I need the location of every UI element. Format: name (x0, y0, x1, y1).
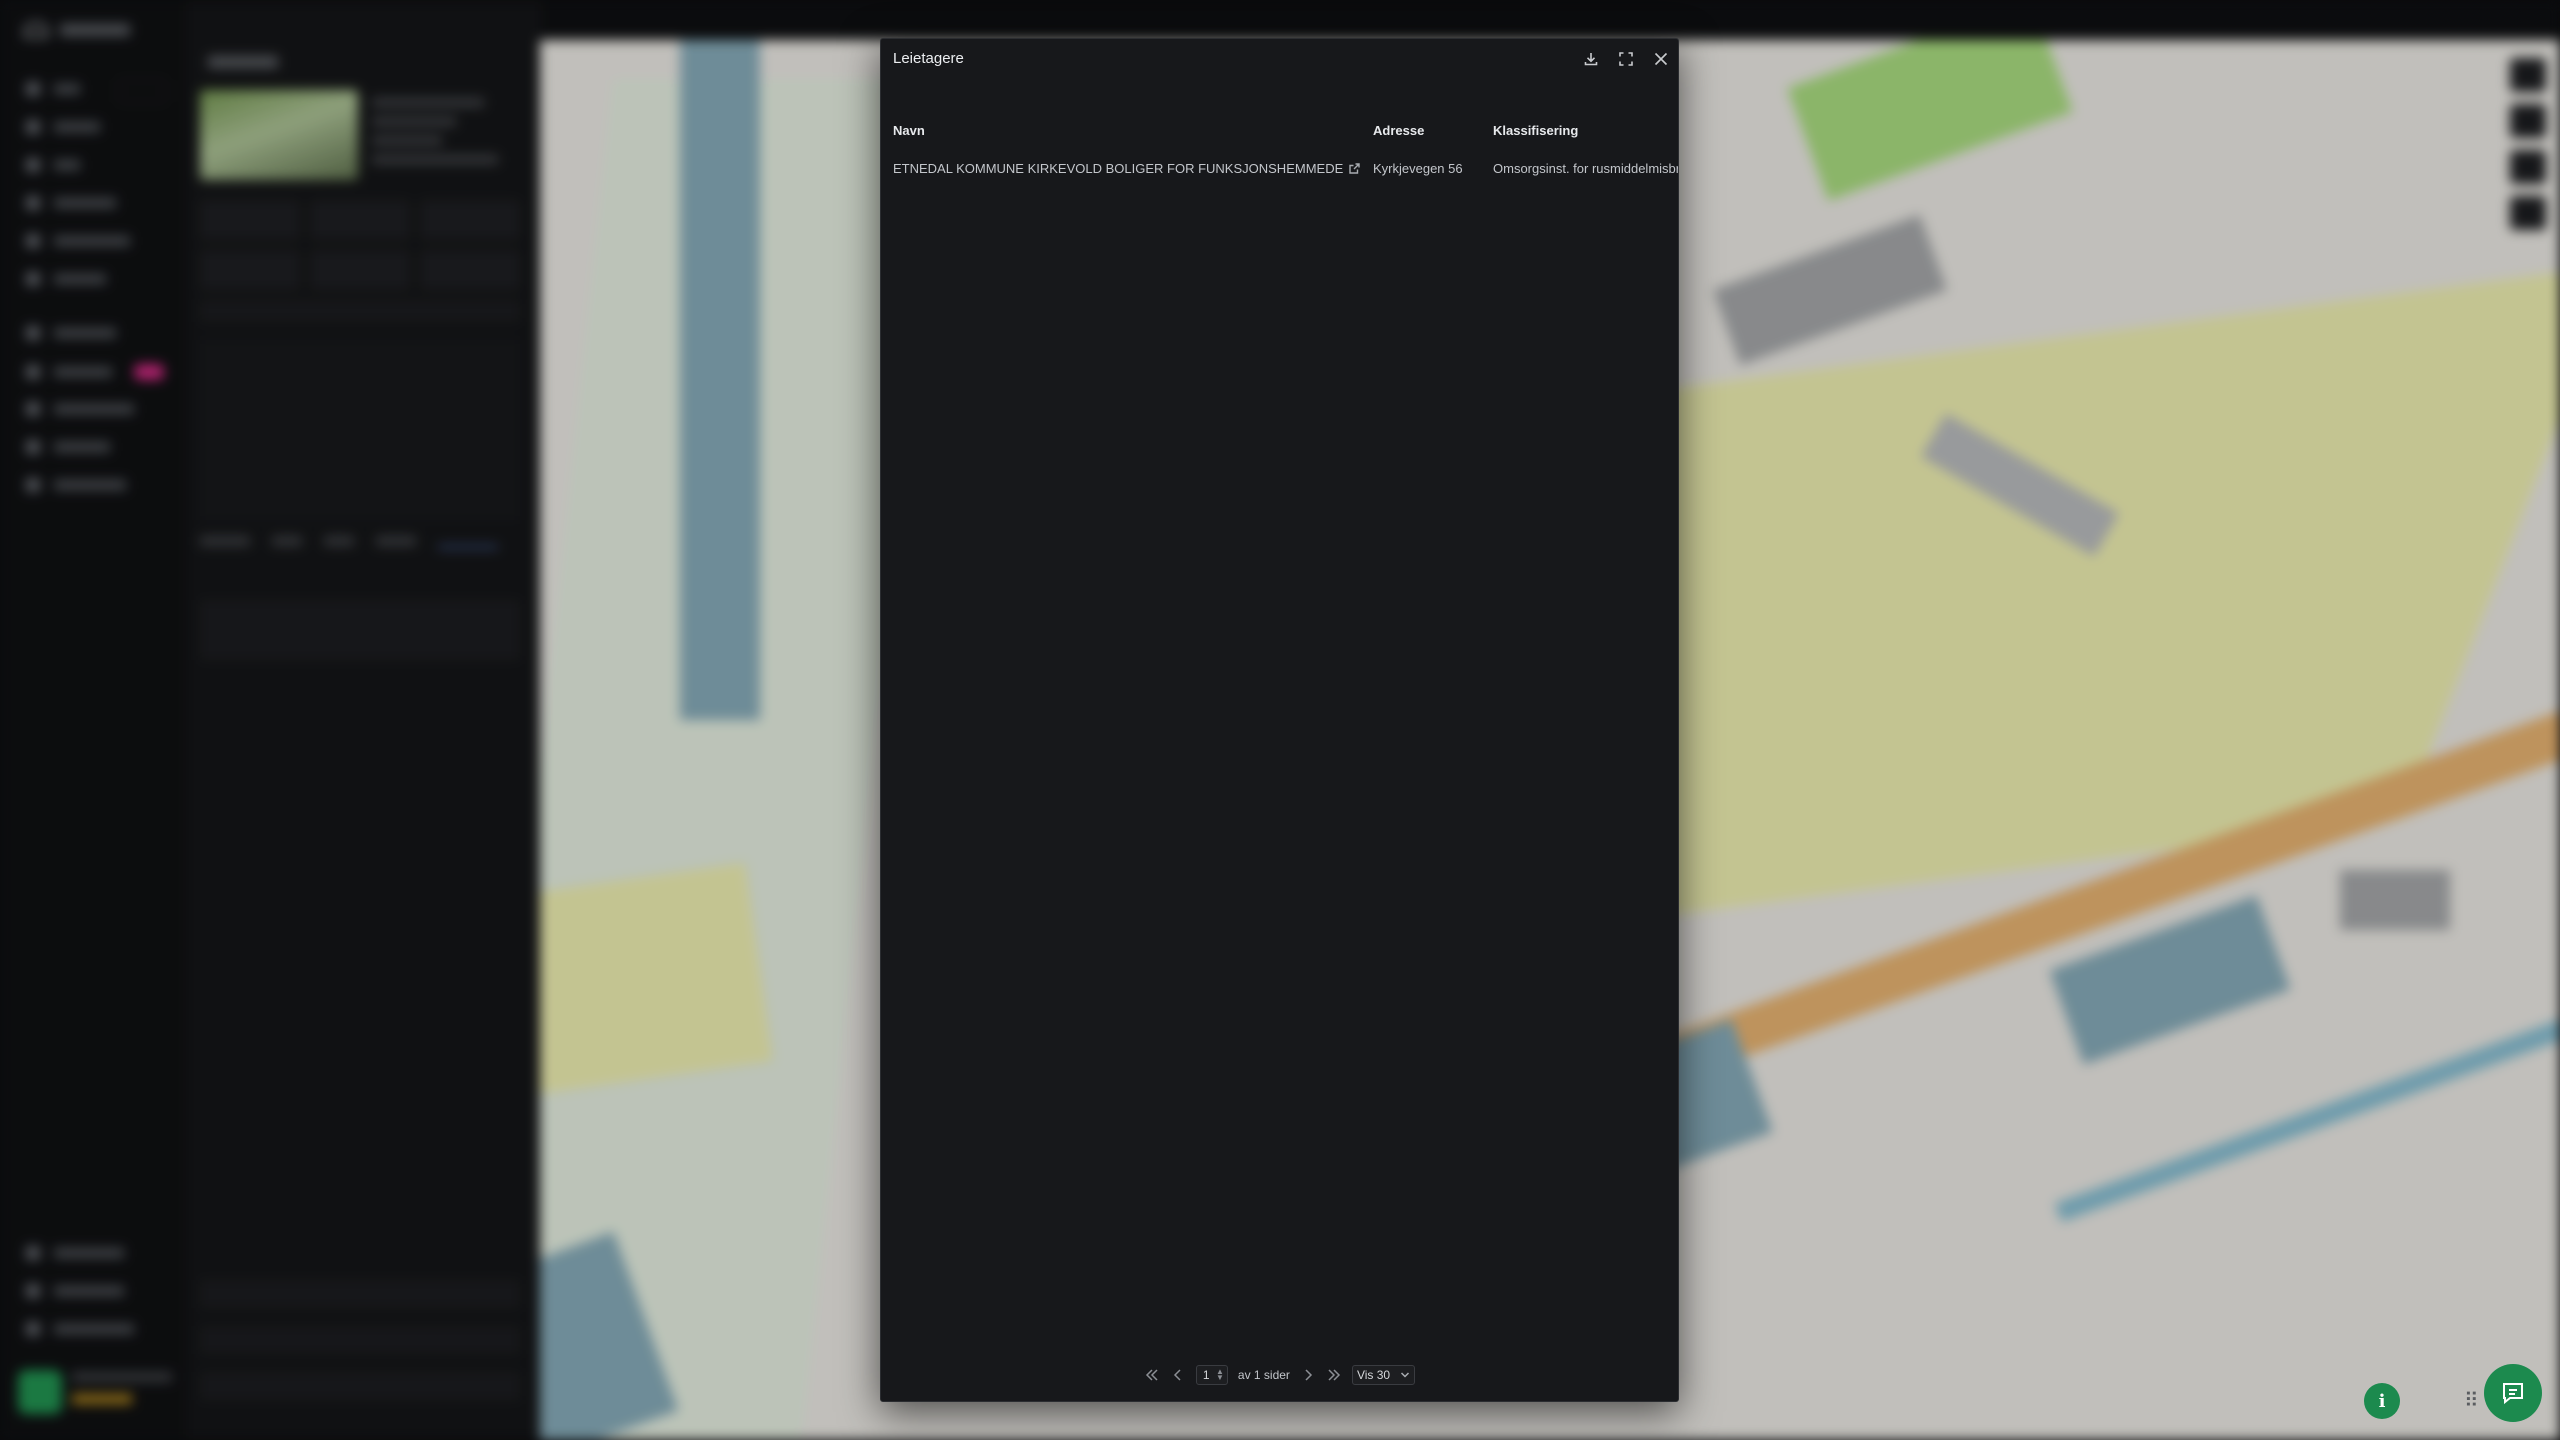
column-header-klassifisering[interactable]: Klassifisering (1493, 123, 1578, 138)
drag-handle-icon[interactable]: ⠿ (2464, 1388, 2479, 1413)
cell-adresse: Kyrkjevegen 56 (1373, 161, 1463, 176)
table-row[interactable]: ETNEDAL KOMMUNE KIRKEVOLD BOLIGER FOR FU… (881, 155, 1678, 183)
table-header-row: Navn Adresse Klassifisering (881, 117, 1678, 145)
stepper-icon[interactable]: ▲ ▼ (1216, 1368, 1224, 1382)
info-button[interactable]: i (2364, 1383, 2400, 1419)
chevron-left-icon (1173, 1369, 1181, 1381)
close-icon (1654, 52, 1668, 66)
chevron-down-icon (1401, 1372, 1410, 1378)
info-icon: i (2378, 1390, 2386, 1412)
close-button[interactable] (1650, 48, 1672, 70)
expand-button[interactable] (1615, 48, 1637, 70)
per-page-value: Vis 30 (1356, 1368, 1391, 1382)
modal-header: Leietagere (881, 39, 1678, 77)
column-header-adresse[interactable]: Adresse (1373, 123, 1424, 138)
first-page-button[interactable] (1144, 1366, 1160, 1384)
column-header-navn[interactable]: Navn (893, 123, 925, 138)
expand-icon (1619, 52, 1633, 66)
double-chevron-right-icon (1328, 1369, 1340, 1381)
cell-klassifisering: Omsorgsinst. for rusmiddelmisbruker (1493, 161, 1678, 176)
page-number-input[interactable]: 1 ▲ ▼ (1195, 1365, 1228, 1385)
tenant-name-link[interactable]: ETNEDAL KOMMUNE KIRKEVOLD BOLIGER FOR FU… (893, 161, 1343, 176)
app-root: Leietagere Navn Adresse Klassifisering E… (0, 0, 2560, 1440)
chat-icon (2503, 1383, 2523, 1405)
last-page-button[interactable] (1326, 1366, 1342, 1384)
download-button[interactable] (1580, 48, 1602, 70)
per-page-select[interactable]: Vis 30 (1351, 1365, 1416, 1385)
modal-title: Leietagere (893, 50, 964, 67)
cell-navn[interactable]: ETNEDAL KOMMUNE KIRKEVOLD BOLIGER FOR FU… (893, 161, 1360, 177)
tenants-modal: Leietagere Navn Adresse Klassifisering E… (880, 38, 1679, 1402)
prev-page-button[interactable] (1170, 1366, 1186, 1384)
page-count-label: av 1 sider (1237, 1368, 1290, 1382)
tenants-table: Navn Adresse Klassifisering ETNEDAL KOMM… (881, 117, 1678, 183)
next-page-button[interactable] (1300, 1366, 1316, 1384)
double-chevron-left-icon (1145, 1369, 1158, 1381)
download-icon (1584, 53, 1598, 66)
chevron-right-icon (1305, 1369, 1312, 1381)
page-number-value: 1 (1202, 1368, 1210, 1382)
chat-button[interactable] (2484, 1364, 2542, 1422)
external-link-icon[interactable] (1349, 162, 1360, 177)
pagination: 1 ▲ ▼ av 1 sider Vis 30 (881, 1363, 1678, 1387)
